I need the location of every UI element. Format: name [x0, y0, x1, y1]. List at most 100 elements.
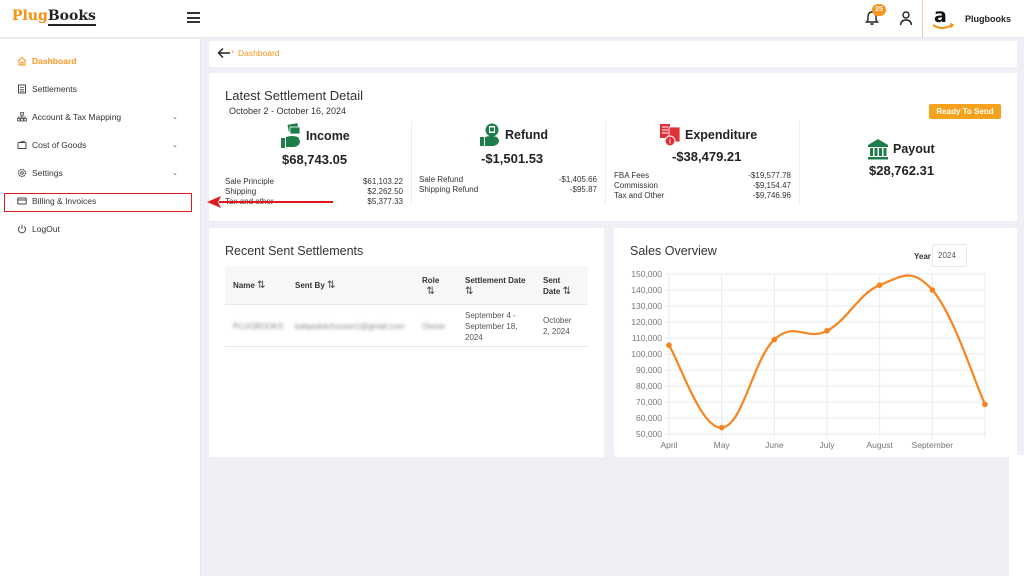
- y-tick-label: 70,000: [636, 397, 662, 407]
- sort-icon[interactable]: ⇅: [257, 280, 265, 291]
- amazon-logo: a: [932, 5, 955, 29]
- y-tick-label: 140,000: [631, 285, 662, 295]
- sort-icon[interactable]: ⇅: [563, 286, 571, 297]
- payout-label: Payout: [893, 142, 935, 156]
- sidebar-item-label: Dashboard: [32, 56, 77, 66]
- x-tick-label: September: [912, 440, 954, 450]
- sales-overview-card: Sales Overview Year 2024 50,000 60,000 70,…: [614, 228, 1017, 457]
- power-icon: [17, 224, 27, 234]
- sitemap-icon: [17, 112, 27, 122]
- refund-row: Sale Refund -$1,405.66: [419, 175, 597, 184]
- cell-role: Owner: [422, 322, 446, 331]
- data-point: [718, 424, 725, 431]
- bank-icon: [868, 139, 888, 160]
- y-tick-label: 120,000: [631, 317, 662, 327]
- column-header-settlement-date[interactable]: Settlement Date ⇅: [465, 275, 525, 297]
- sort-icon[interactable]: ⇅: [426, 286, 434, 297]
- cell-sent-date: October 2, 2024: [543, 316, 572, 336]
- settlement-date-range: October 2 - October 16, 2024: [229, 106, 347, 116]
- chevron-down-icon[interactable]: ⌄: [172, 141, 178, 149]
- expenditure-icon: [660, 124, 681, 147]
- column-header-sent-date[interactable]: Sent Date ⇅: [543, 275, 571, 297]
- y-tick-label: 150,000: [631, 269, 662, 279]
- breadcrumb: › Dashboard: [209, 41, 1017, 67]
- y-tick-label: 100,000: [631, 349, 662, 359]
- sidebar-item-label: Account & Tax Mapping: [32, 112, 122, 122]
- sales-line-chart: 50,000 60,000 70,000 80,000 90,000 100,000 110…: [631, 269, 988, 450]
- sidebar-item-settlements[interactable]: Settlements: [0, 78, 201, 100]
- cell-sent-by: balqaslotchouser1@gmail.com: [295, 322, 405, 331]
- top-bar: PlugBooks 25 a Plugbooks: [0, 0, 1024, 38]
- chevron-down-icon[interactable]: ⌄: [172, 113, 178, 121]
- data-point: [666, 342, 672, 348]
- sidebar-item-account-tax-mapping[interactable]: Account & Tax Mapping ⌄: [0, 106, 201, 128]
- income-label: Income: [306, 129, 350, 143]
- column-divider: [799, 121, 800, 205]
- wallet-icon: [17, 140, 27, 150]
- sort-icon[interactable]: ⇅: [327, 280, 335, 291]
- sidebar-item-label: Settlements: [32, 84, 77, 94]
- table-header: Name ⇅ Sent By ⇅ Role ⇅ Settlement Date ⇅ …: [225, 266, 588, 305]
- back-arrow-icon[interactable]: [217, 47, 231, 59]
- expenditure-row: FBA Fees -$19,577.78: [614, 171, 791, 180]
- page-edge: [1009, 455, 1024, 576]
- sidebar-item-label: Cost of Goods: [32, 140, 87, 150]
- column-divider: [605, 121, 606, 205]
- expenditure-row: Commission -$9,154.47: [614, 181, 791, 190]
- data-point: [929, 287, 936, 293]
- sort-icon[interactable]: ⇅: [465, 286, 473, 297]
- refund-total: -$1,501.53: [481, 151, 544, 166]
- column-header-role[interactable]: Role ⇅: [422, 275, 439, 297]
- cell-settlement-date: September 4 - September 18, 2024: [465, 311, 518, 342]
- sidebar-item-label: Settings: [32, 168, 63, 178]
- user-icon[interactable]: [898, 10, 914, 26]
- data-point: [982, 401, 988, 408]
- sidebar-item-dashboard[interactable]: Dashboard: [0, 50, 201, 72]
- recent-settlements-table: Name ⇅ Sent By ⇅ Role ⇅ Settlement Date ⇅ …: [225, 266, 588, 347]
- document-icon: [17, 84, 27, 94]
- x-tick-label: April: [660, 440, 677, 450]
- notification-count-badge: 25: [872, 4, 886, 16]
- column-divider: [411, 121, 412, 205]
- annotation-highlight-box: [4, 193, 192, 212]
- sidebar-item-cost-of-goods[interactable]: Cost of Goods ⌄: [0, 134, 201, 156]
- table-row[interactable]: PLUGBOOKS balqaslotchouser1@gmail.com Ow…: [225, 305, 588, 347]
- income-row: Sale Principle $61,103.22: [225, 177, 403, 186]
- x-tick-label: May: [714, 440, 731, 450]
- x-tick-label: August: [866, 440, 893, 450]
- chevron-right-icon: ›: [231, 46, 234, 56]
- ready-to-send-button[interactable]: Ready To Send: [929, 104, 1001, 119]
- y-tick-label: 130,000: [631, 301, 662, 311]
- income-total: $68,743.05: [282, 152, 348, 167]
- sidebar-item-logout[interactable]: LogOut: [0, 218, 201, 240]
- plugbooks-logo[interactable]: PlugBooks: [12, 8, 96, 26]
- column-header-sent-by[interactable]: Sent By ⇅: [295, 280, 335, 291]
- gear-icon: [17, 168, 27, 178]
- sidebar-item-settings[interactable]: Settings ⌄: [0, 162, 201, 184]
- annotation-arrow: [207, 196, 333, 208]
- breadcrumb-dashboard-link[interactable]: Dashboard: [238, 48, 280, 58]
- recent-sent-settlements-card: Recent Sent Settlements Name ⇅ Sent By ⇅…: [209, 228, 604, 457]
- money-hand-icon: [281, 123, 301, 148]
- payout-total: $28,762.31: [869, 163, 935, 178]
- refund-hand-icon: [480, 123, 499, 146]
- data-point: [824, 328, 830, 334]
- y-tick-label: 50,000: [636, 429, 662, 439]
- header-divider: [922, 0, 923, 38]
- y-tick-label: 110,000: [632, 333, 662, 343]
- y-tick-label: 60,000: [636, 413, 662, 423]
- sidebar-item-label: LogOut: [32, 224, 60, 234]
- column-header-name[interactable]: Name ⇅: [233, 280, 265, 291]
- cell-name: PLUGBOOKS: [233, 322, 284, 331]
- recent-settlements-title: Recent Sent Settlements: [225, 244, 364, 258]
- expenditure-total: -$38,479.21: [672, 149, 742, 164]
- expenditure-label: Expenditure: [685, 128, 758, 142]
- store-name: Plugbooks: [965, 14, 1012, 24]
- home-icon: [17, 56, 27, 66]
- refund-row: Shipping Refund -$95.87: [419, 185, 597, 194]
- refund-label: Refund: [505, 128, 549, 142]
- chevron-down-icon[interactable]: ⌄: [172, 169, 178, 177]
- menu-icon[interactable]: [187, 12, 200, 23]
- data-point: [771, 336, 778, 343]
- y-tick-label: 80,000: [636, 381, 662, 391]
